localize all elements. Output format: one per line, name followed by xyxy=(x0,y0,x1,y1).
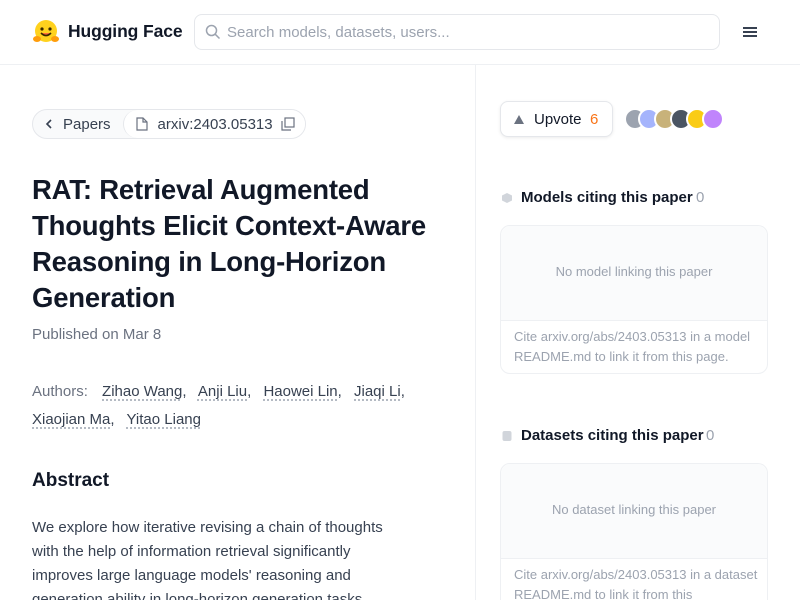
search-input[interactable]: Search models, datasets, users... xyxy=(194,14,720,50)
paper-id-chip[interactable]: arxiv:2403.05313 xyxy=(122,110,305,138)
datasets-empty-text: No dataset linking this paper xyxy=(551,502,717,517)
hamburger-menu-icon[interactable] xyxy=(740,22,760,42)
models-empty-text: No model linking this paper xyxy=(555,264,713,279)
author-link[interactable]: Zihao Wang xyxy=(102,383,182,400)
copy-icon[interactable] xyxy=(281,117,295,131)
upvote-button[interactable]: Upvote 6 xyxy=(500,101,613,137)
cube-icon xyxy=(502,193,512,203)
back-to-papers-link[interactable]: Papers xyxy=(33,110,123,138)
authors-label: Authors: xyxy=(32,383,88,400)
back-label: Papers xyxy=(63,115,111,133)
upvote-count: 6 xyxy=(590,111,599,128)
abstract-heading: Abstract xyxy=(32,470,110,491)
paper-title: RAT: Retrieval Augmented Thoughts Elicit… xyxy=(32,174,426,313)
brand-name[interactable]: Hugging Face xyxy=(68,21,183,42)
column-divider xyxy=(475,65,476,600)
author-link[interactable]: Jiaqi Li xyxy=(354,383,401,400)
avatar[interactable] xyxy=(702,108,724,130)
models-cite-note: Cite arxiv.org/abs/2403.05313 in a model… xyxy=(514,329,751,364)
document-icon xyxy=(135,117,148,131)
abstract-text: We explore how iterative revising a chai… xyxy=(32,516,402,600)
authors-list: Authors: Zihao Wang, Anji Liu, Haowei Li… xyxy=(32,383,405,428)
upvote-label: Upvote xyxy=(534,111,582,128)
datasets-empty-state: No dataset linking this paper xyxy=(501,464,767,559)
datasets-count: 0 xyxy=(706,427,715,444)
author-link[interactable]: Haowei Lin xyxy=(263,383,337,400)
models-empty-state: No model linking this paper xyxy=(501,226,767,321)
models-count: 0 xyxy=(696,189,705,206)
author-link[interactable]: Yitao Liang xyxy=(126,411,201,428)
models-section-title: Models citing this paper xyxy=(521,189,693,206)
hugging-face-logo-icon[interactable] xyxy=(32,18,60,46)
search-icon xyxy=(205,24,221,40)
chevron-left-icon xyxy=(45,119,52,129)
abstract-line: We explore how iterative revising a chai… xyxy=(32,519,383,536)
datasets-cite-note: Cite arxiv.org/abs/2403.05313 in a datas… xyxy=(514,567,758,600)
datasets-card: No dataset linking this paper Cite arxiv… xyxy=(500,463,768,600)
top-nav: Hugging Face Search models, datasets, us… xyxy=(0,0,800,65)
abstract-line: generation ability in long-horizon gener… xyxy=(32,591,367,600)
breadcrumb: Papers arxiv:2403.05313 xyxy=(32,109,306,139)
datasets-section-title: Datasets citing this paper xyxy=(521,427,704,444)
upvote-arrow-icon xyxy=(514,115,524,124)
models-card: No model linking this paper Cite arxiv.o… xyxy=(500,225,768,374)
abstract-line: improves large language models' reasonin… xyxy=(32,567,351,584)
paper-id: arxiv:2403.05313 xyxy=(157,115,273,133)
published-date: Published on Mar 8 xyxy=(32,326,162,343)
author-link[interactable]: Xiaojian Ma xyxy=(32,411,110,428)
abstract-line: with the help of information retrieval s… xyxy=(32,543,351,560)
author-link[interactable]: Anji Liu xyxy=(198,383,247,400)
search-placeholder: Search models, datasets, users... xyxy=(227,24,450,41)
database-icon xyxy=(502,431,512,441)
